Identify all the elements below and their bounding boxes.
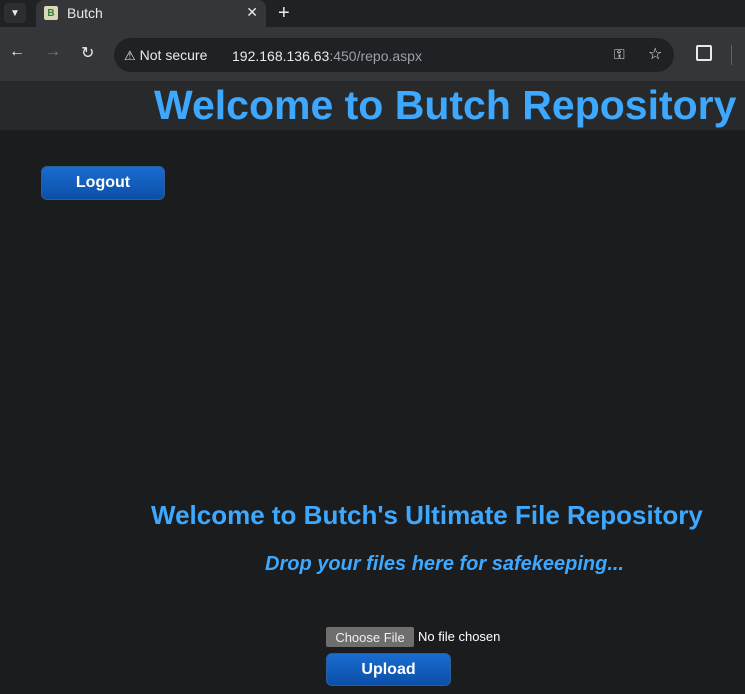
tab-title: Butch: [67, 5, 103, 21]
url-text[interactable]: 192.168.136.63:450/repo.aspx: [232, 48, 422, 64]
security-indicator[interactable]: ⚠ Not secure: [124, 47, 207, 64]
bookmark-star-icon[interactable]: ☆: [648, 44, 662, 64]
choose-file-button[interactable]: Choose File: [326, 627, 414, 647]
security-label: Not secure: [139, 47, 208, 63]
tagline: Drop your files here for safekeeping...: [265, 553, 624, 575]
tab-search-chevron-icon[interactable]: ▼: [4, 3, 26, 23]
page-content: Welcome to Butch Repository Logout Welco…: [0, 81, 745, 694]
password-key-icon[interactable]: ⚿: [614, 46, 625, 63]
browser-tab-bar: ▼ B Butch ✕ +: [0, 0, 745, 27]
no-file-status: No file chosen: [418, 629, 501, 644]
browser-tab[interactable]: B Butch ✕: [36, 0, 266, 27]
warning-icon: ⚠: [124, 48, 136, 63]
repository-heading: Welcome to Butch's Ultimate File Reposit…: [151, 500, 703, 530]
forward-arrow-icon[interactable]: →: [45, 43, 61, 61]
back-arrow-icon[interactable]: ←: [9, 43, 25, 61]
url-host: 192.168.136.63: [232, 48, 330, 64]
new-tab-icon[interactable]: +: [278, 2, 290, 24]
favicon-icon: B: [44, 6, 58, 20]
upload-button[interactable]: Upload: [326, 653, 451, 686]
close-tab-icon[interactable]: ✕: [246, 4, 258, 21]
address-bar[interactable]: ⚠ Not secure 192.168.136.63:450/repo.aspx…: [114, 38, 674, 72]
reload-icon[interactable]: ↻: [81, 43, 94, 63]
header-band: Welcome to Butch Repository: [0, 81, 745, 130]
browser-toolbar: ← → ↻ ⚠ Not secure 192.168.136.63:450/rep…: [0, 27, 745, 81]
url-path: :450/repo.aspx: [329, 48, 422, 64]
toolbar-divider: [731, 45, 732, 65]
logout-button[interactable]: Logout: [41, 166, 165, 200]
page-title: Welcome to Butch Repository: [154, 82, 737, 128]
extensions-puzzle-icon[interactable]: [696, 45, 712, 61]
